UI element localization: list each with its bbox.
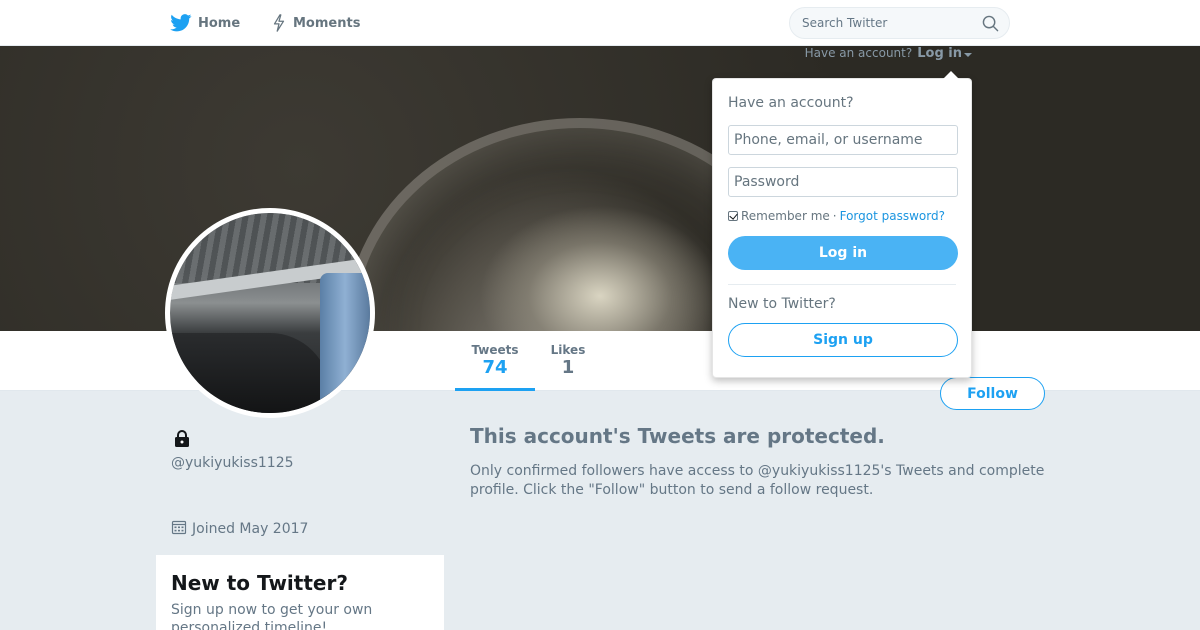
signup-card: New to Twitter? Sign up now to get your …: [156, 555, 444, 630]
joined-date: Joined May 2017: [171, 519, 308, 539]
search-input[interactable]: [802, 8, 972, 38]
stat-likes-value: 1: [561, 357, 575, 378]
nav-home[interactable]: Home: [170, 0, 240, 46]
lightning-bolt-icon: [271, 14, 287, 32]
joined-date-label: Joined May 2017: [192, 521, 309, 537]
stat-likes[interactable]: Likes 1: [535, 331, 601, 391]
avatar[interactable]: [165, 208, 375, 418]
top-nav: Home Moments: [0, 0, 1200, 46]
stat-tweets-label: Tweets: [471, 343, 519, 357]
forgot-password-link[interactable]: Forgot password?: [840, 209, 945, 223]
avatar-cars: [170, 333, 330, 413]
stat-likes-label: Likes: [550, 343, 586, 357]
signup-card-body: Sign up now to get your own personalized…: [171, 602, 373, 630]
remember-separator: ·: [832, 209, 837, 223]
password-field[interactable]: [728, 167, 958, 197]
remember-me-label[interactable]: Remember me: [741, 209, 830, 223]
twitter-bird-icon: [170, 14, 192, 32]
signup-card-title: New to Twitter?: [171, 571, 348, 595]
nav-moments-label: Moments: [293, 15, 361, 31]
search-box: [789, 7, 1010, 39]
stat-tweets-value: 74: [482, 357, 508, 378]
follow-button[interactable]: Follow: [940, 377, 1045, 410]
caret-down-icon: [964, 52, 972, 57]
lock-icon: [173, 430, 191, 452]
stat-tweets[interactable]: Tweets 74: [455, 331, 535, 391]
calendar-icon: [171, 519, 187, 539]
remember-me-checkbox[interactable]: [728, 211, 738, 221]
profile-handle[interactable]: @yukiyukiss1125: [171, 455, 294, 471]
login-hint: Have an account? Log in: [804, 46, 972, 61]
login-hint-link[interactable]: Log in: [917, 46, 972, 61]
protected-title: This account's Tweets are protected.: [470, 424, 885, 448]
nav-home-label: Home: [198, 15, 241, 31]
login-dropdown-heading: Have an account?: [728, 95, 854, 111]
search-icon[interactable]: [982, 15, 999, 36]
login-hint-prompt: Have an account?: [804, 46, 913, 60]
page: Home Moments Have an account? Log in Twe…: [0, 0, 1200, 630]
login-button[interactable]: Log in: [728, 236, 958, 270]
username-field[interactable]: [728, 125, 958, 155]
protected-body: Only confirmed followers have access to …: [470, 463, 1045, 498]
login-hint-link-label: Log in: [917, 45, 962, 61]
new-to-twitter-heading: New to Twitter?: [728, 296, 836, 312]
nav-moments[interactable]: Moments: [271, 0, 360, 46]
signup-button[interactable]: Sign up: [728, 323, 958, 357]
login-dropdown: Have an account? Remember me · Forgot pa…: [712, 71, 972, 378]
avatar-jacket: [320, 273, 370, 413]
dropdown-divider: [728, 284, 956, 285]
remember-row: Remember me · Forgot password?: [728, 209, 956, 223]
